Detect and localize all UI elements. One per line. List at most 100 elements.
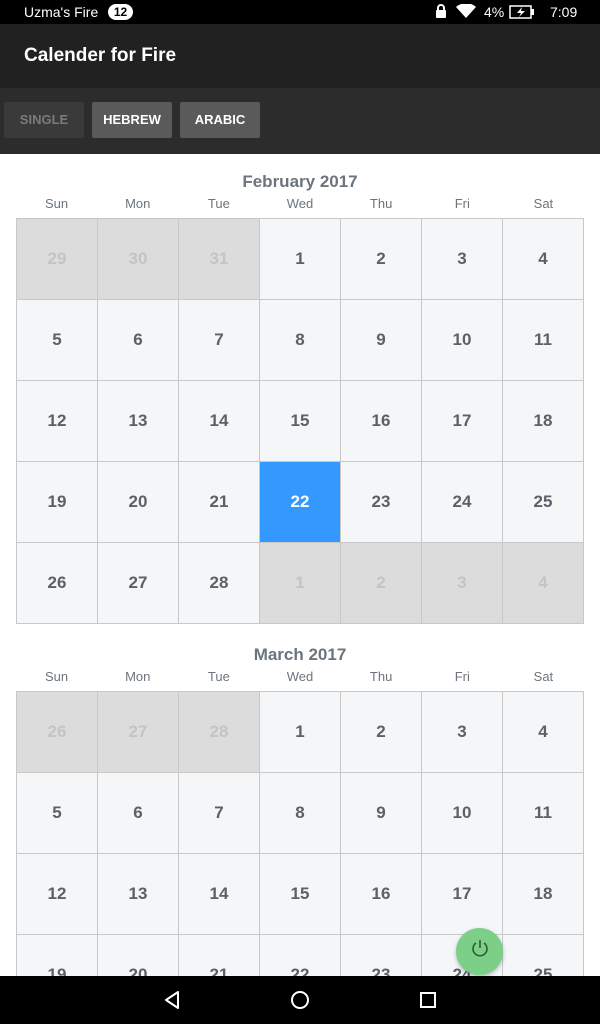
day-cell[interactable]: 18 <box>503 381 584 462</box>
day-cell[interactable]: 2 <box>341 692 422 773</box>
day-cell-outside-month[interactable]: 1 <box>260 543 341 624</box>
day-cell[interactable]: 15 <box>260 381 341 462</box>
weekday-label: Fri <box>454 669 470 684</box>
day-cell[interactable]: 17 <box>422 854 503 935</box>
day-cell[interactable]: 1 <box>260 692 341 773</box>
day-cell[interactable]: 23 <box>341 462 422 543</box>
day-cell[interactable]: 7 <box>179 773 260 854</box>
day-grid: 29 30 31 1 2 3 4 5 6 7 8 9 10 11 12 13 14 15 16 17 18 19 20 21 2… <box>16 218 584 624</box>
day-cell[interactable]: 19 <box>17 935 98 976</box>
day-cell[interactable]: 21 <box>179 462 260 543</box>
day-cell[interactable]: 23 <box>341 935 422 976</box>
wifi-icon <box>456 3 476 22</box>
weekday-label: Sat <box>533 196 554 211</box>
day-cell[interactable]: 14 <box>179 854 260 935</box>
day-cell[interactable]: 20 <box>98 935 179 976</box>
power-fab-button[interactable] <box>456 928 503 975</box>
day-cell[interactable]: 13 <box>98 854 179 935</box>
day-cell-outside-month[interactable]: 3 <box>422 543 503 624</box>
day-cell-outside-month[interactable]: 2 <box>341 543 422 624</box>
day-cell-outside-month[interactable]: 30 <box>98 219 179 300</box>
day-cell[interactable]: 8 <box>260 300 341 381</box>
day-cell[interactable]: 18 <box>503 854 584 935</box>
day-cell[interactable]: 4 <box>503 219 584 300</box>
month-title: February 2017 <box>242 172 358 191</box>
day-cell[interactable]: 9 <box>341 773 422 854</box>
weekday-label: Wed <box>286 196 314 211</box>
weekday-label: Wed <box>286 669 314 684</box>
day-cell[interactable]: 14 <box>179 381 260 462</box>
day-cell-selected[interactable]: 22 <box>260 462 341 543</box>
day-cell[interactable]: 22 <box>260 935 341 976</box>
status-bar: Uzma's Fire 12 4% 7:09 <box>0 0 600 24</box>
weekday-label: Tue <box>207 196 230 211</box>
day-cell-outside-month[interactable]: 26 <box>17 692 98 773</box>
day-cell[interactable]: 24 <box>422 462 503 543</box>
day-cell[interactable]: 28 <box>179 543 260 624</box>
day-cell-outside-month[interactable]: 4 <box>503 543 584 624</box>
notification-count-badge: 12 <box>108 4 133 20</box>
weekday-label: Thu <box>369 196 393 211</box>
day-cell[interactable]: 4 <box>503 692 584 773</box>
day-cell[interactable]: 27 <box>98 543 179 624</box>
day-grid: 26 27 28 1 2 3 4 5 6 7 8 9 10 11 12 13 14 15 16 17 18 19 20 21 2… <box>16 691 584 976</box>
day-cell[interactable]: 2 <box>341 219 422 300</box>
day-cell[interactable]: 19 <box>17 462 98 543</box>
weekday-label: Mon <box>125 669 151 684</box>
day-cell[interactable]: 17 <box>422 381 503 462</box>
app-bar: Calender for Fire <box>0 24 600 88</box>
day-cell[interactable]: 5 <box>17 773 98 854</box>
day-cell[interactable]: 20 <box>98 462 179 543</box>
month-title: March 2017 <box>253 645 347 664</box>
day-cell[interactable]: 9 <box>341 300 422 381</box>
month-february-2017: February 2017 Sun Mon Tue Wed Thu Fri Sa… <box>16 172 584 624</box>
day-cell[interactable]: 12 <box>17 854 98 935</box>
device-name: Uzma's Fire <box>24 4 99 20</box>
calendar-scroll-area[interactable]: February 2017 Sun Mon Tue Wed Thu Fri Sa… <box>0 154 600 976</box>
day-cell[interactable]: 13 <box>98 381 179 462</box>
weekday-label: Mon <box>125 196 151 211</box>
day-cell[interactable]: 3 <box>422 692 503 773</box>
day-cell-outside-month[interactable]: 29 <box>17 219 98 300</box>
day-cell-outside-month[interactable]: 27 <box>98 692 179 773</box>
day-cell[interactable]: 5 <box>17 300 98 381</box>
day-cell[interactable]: 7 <box>179 300 260 381</box>
hebrew-button[interactable]: HEBREW <box>92 102 172 138</box>
single-button[interactable]: SINGLE <box>4 102 84 138</box>
day-cell[interactable]: 10 <box>422 300 503 381</box>
day-cell[interactable]: 6 <box>98 300 179 381</box>
month-march-2017: March 2017 Sun Mon Tue Wed Thu Fri Sat 2… <box>16 645 584 976</box>
day-cell[interactable]: 1 <box>260 219 341 300</box>
weekday-label: Tue <box>207 669 230 684</box>
day-cell[interactable]: 10 <box>422 773 503 854</box>
day-cell-outside-month[interactable]: 31 <box>179 219 260 300</box>
battery-percent: 4% <box>484 4 505 20</box>
weekday-label: Thu <box>369 669 393 684</box>
day-cell[interactable]: 11 <box>503 300 584 381</box>
back-icon[interactable] <box>160 988 184 1012</box>
day-cell[interactable]: 25 <box>503 462 584 543</box>
recents-icon[interactable] <box>416 988 440 1012</box>
day-cell-outside-month[interactable]: 28 <box>179 692 260 773</box>
day-cell[interactable]: 11 <box>503 773 584 854</box>
day-cell[interactable]: 12 <box>17 381 98 462</box>
home-icon[interactable] <box>288 988 312 1012</box>
day-cell[interactable]: 26 <box>17 543 98 624</box>
weekday-header: Sun Mon Tue Wed Thu Fri Sat <box>16 669 584 691</box>
day-cell[interactable]: 16 <box>341 854 422 935</box>
day-cell[interactable]: 16 <box>341 381 422 462</box>
battery-charging-icon <box>509 5 535 22</box>
arabic-button[interactable]: ARABIC <box>180 102 260 138</box>
day-cell[interactable]: 3 <box>422 219 503 300</box>
day-cell[interactable]: 8 <box>260 773 341 854</box>
weekday-header: Sun Mon Tue Wed Thu Fri Sat <box>16 196 584 218</box>
day-cell[interactable]: 21 <box>179 935 260 976</box>
weekday-label: Fri <box>454 196 470 211</box>
app-title: Calender for Fire <box>24 45 177 66</box>
day-cell[interactable]: 25 <box>503 935 584 976</box>
power-icon <box>470 938 490 965</box>
day-cell[interactable]: 15 <box>260 854 341 935</box>
lock-icon <box>434 4 448 22</box>
day-cell[interactable]: 6 <box>98 773 179 854</box>
clock: 7:09 <box>550 4 578 20</box>
